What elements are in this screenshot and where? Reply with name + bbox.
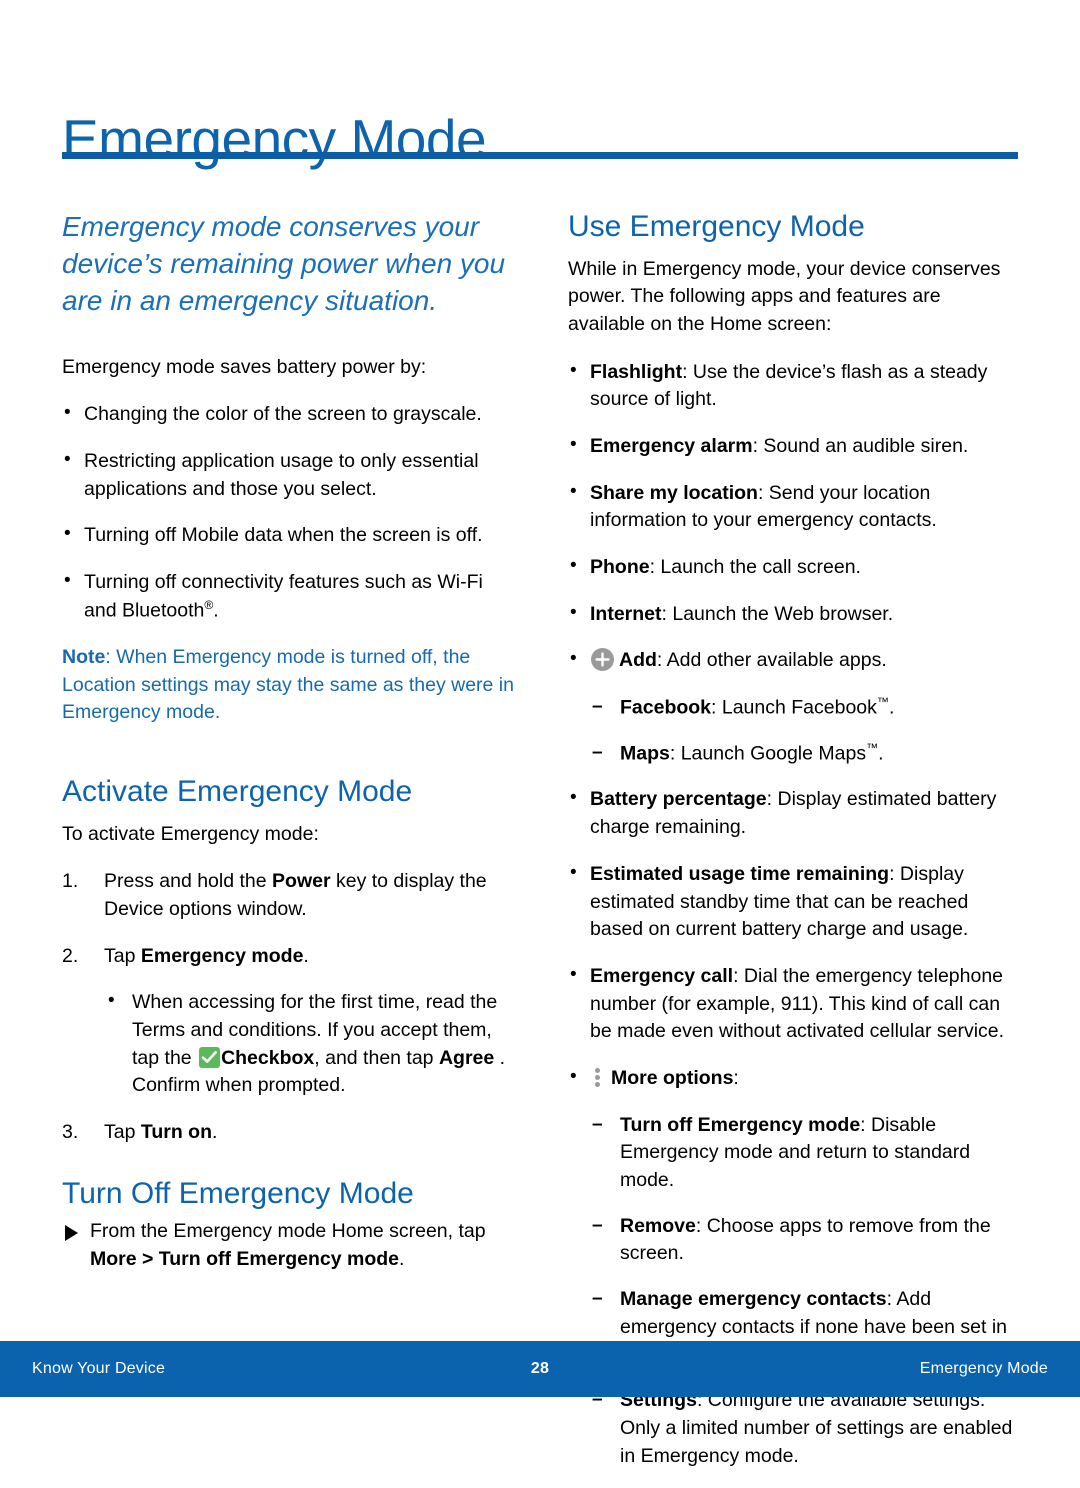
page-footer: Know Your Device 28 Emergency Mode: [0, 1341, 1080, 1397]
list-item: Internet: Launch the Web browser.: [568, 600, 1020, 629]
feature-term: Add: [619, 649, 657, 672]
page-title: Emergency Mode: [62, 107, 487, 170]
list-item: Battery percentage: Display estimated ba…: [568, 785, 1020, 841]
list-item-text: Turning off connectivity features such a…: [84, 571, 483, 622]
more-options-icon: [594, 1067, 602, 1088]
trademark-mark: ™: [866, 741, 879, 756]
list-item: 3. Tap Turn on.: [62, 1119, 517, 1147]
turn-off-text-pre: From the Emergency mode Home screen, tap: [90, 1220, 486, 1243]
registered-mark: ®: [204, 597, 214, 612]
list-item: Remove: Choose apps to remove from the s…: [590, 1213, 1020, 1268]
step-text-post: .: [211, 1121, 218, 1144]
title-divider: [62, 152, 1018, 159]
section-heading-use: Use Emergency Mode: [568, 210, 865, 243]
subitem-desc-pre: : Launch Google Maps: [669, 742, 867, 765]
step-text-bold: Power: [272, 870, 331, 893]
list-item: Turning off connectivity features such a…: [62, 568, 517, 625]
list-item-text: Turning off Mobile data when the screen …: [84, 524, 483, 547]
subitem-desc-post: .: [878, 742, 884, 765]
feature-term: Estimated usage time remaining: [590, 862, 890, 885]
add-icon: [591, 648, 614, 672]
list-item: Maps: Launch Google Maps™.: [590, 740, 1020, 768]
document-page: Emergency Mode Emergency mode conserves …: [0, 0, 1080, 1467]
feature-term: Phone: [590, 556, 650, 578]
list-item: Add: Add other available apps.: [568, 646, 1020, 675]
trademark-mark: ™: [876, 695, 889, 710]
feature-term: Flashlight: [590, 360, 683, 383]
list-item: Restricting application usage to only es…: [62, 447, 517, 503]
turn-off-text-bold: More > Turn off Emergency mode: [90, 1247, 399, 1270]
step-text-pre: Press and hold the: [104, 870, 273, 893]
step-text-post: .: [303, 944, 309, 967]
footer-page-number: 28: [530, 1360, 550, 1377]
feature-term: Emergency alarm: [590, 434, 753, 457]
savings-bullet-list: Changing the color of the screen to gray…: [62, 400, 517, 625]
feature-desc: : Launch the Web browser.: [661, 602, 894, 625]
list-item: 2. Tap Emergency mode.: [62, 943, 517, 971]
step-number: 2.: [62, 944, 79, 967]
note-block: Note: When Emergency mode is turned off,…: [62, 644, 517, 727]
left-column: Emergency mode conserves your device’s r…: [62, 208, 517, 1292]
feature-term: More options: [611, 1066, 734, 1089]
step-text-bold: Emergency mode: [140, 944, 304, 967]
subitem-desc-pre: : Launch Facebook: [711, 696, 877, 719]
list-item: Turn off Emergency mode: Disable Emergen…: [590, 1112, 1020, 1195]
list-item: Flashlight: Use the device’s flash as a …: [568, 358, 1020, 414]
list-item: Changing the color of the screen to gray…: [62, 400, 517, 429]
list-item: Turning off Mobile data when the screen …: [62, 521, 517, 550]
list-item: Emergency call: Dial the emergency telep…: [568, 962, 1020, 1046]
subitem-term: Turn off Emergency mode: [620, 1113, 861, 1136]
step-text-pre: Tap: [104, 944, 141, 967]
list-item: Estimated usage time remaining: Display …: [568, 860, 1020, 944]
note-text: : When Emergency mode is turned off, the…: [62, 646, 514, 724]
list-item-text: Restricting application usage to only es…: [84, 450, 479, 500]
subitem-term: Manage emergency contacts: [620, 1288, 887, 1311]
list-item: Emergency alarm: Sound an audible siren.: [568, 432, 1020, 461]
checkbox-icon: [199, 1046, 221, 1068]
feature-desc: : Sound an audible siren.: [752, 434, 969, 457]
substep-bold-1: Checkbox: [221, 1046, 315, 1069]
feature-desc: :: [733, 1066, 739, 1089]
list-item: 1. Press and hold the Power key to displa…: [62, 868, 517, 923]
feature-term: Battery percentage: [590, 788, 767, 811]
list-item: Settings: Configure the available settin…: [590, 1387, 1020, 1470]
list-item-text: Changing the color of the screen to gray…: [84, 403, 482, 426]
right-column: Use Emergency Mode While in Emergency mo…: [568, 208, 1020, 1488]
activate-steps-list: 1. Press and hold the Power key to displa…: [62, 868, 517, 1147]
step-number: 1.: [62, 870, 79, 893]
list-item: Phone: Launch the call screen.: [568, 553, 1020, 582]
feature-term: Share my location: [590, 481, 758, 504]
section-heading-activate: Activate Emergency Mode: [62, 775, 413, 809]
list-item: When accessing for the first time, read …: [106, 988, 517, 1100]
lede-paragraph: Emergency mode conserves your device’s r…: [62, 211, 506, 317]
feature-term: Internet: [590, 602, 662, 625]
savings-intro: Emergency mode saves battery power by:: [62, 355, 427, 378]
subitem-term: Remove: [620, 1214, 696, 1237]
feature-term: Emergency call: [590, 964, 734, 987]
turn-off-list: From the Emergency mode Home screen, tap…: [62, 1218, 517, 1273]
feature-desc: : Add other available apps.: [656, 649, 887, 672]
subitem-term: Maps: [620, 742, 670, 765]
subitem-desc-post: .: [888, 696, 895, 719]
step-text-pre: Tap: [104, 1121, 141, 1144]
activate-intro: To activate Emergency mode:: [62, 822, 319, 845]
step-number: 3.: [62, 1121, 79, 1144]
list-item: More options:: [568, 1064, 1020, 1093]
substep-bold-2: Agree: [438, 1046, 495, 1069]
note-label: Note: [62, 646, 106, 669]
substep-text-2: , and then tap: [314, 1046, 439, 1069]
list-item: Facebook: Launch Facebook™.: [590, 694, 1020, 722]
step-text-bold: Turn on: [140, 1121, 212, 1144]
list-item: Share my location: Send your location in…: [568, 479, 1020, 535]
footer-topic-label: Emergency Mode: [919, 1360, 1048, 1377]
section-heading-turn-off: Turn Off Emergency Mode: [62, 1176, 414, 1210]
feature-desc: : Launch the call screen.: [649, 556, 861, 578]
list-item-text-suffix: .: [213, 599, 219, 622]
list-item: From the Emergency mode Home screen, tap…: [62, 1218, 517, 1273]
features-list: Flashlight: Use the device’s flash as a …: [568, 358, 1020, 1471]
use-intro: While in Emergency mode, your device con…: [568, 257, 1001, 335]
turn-off-text-post: .: [398, 1247, 405, 1270]
subitem-term: Facebook: [620, 696, 712, 719]
